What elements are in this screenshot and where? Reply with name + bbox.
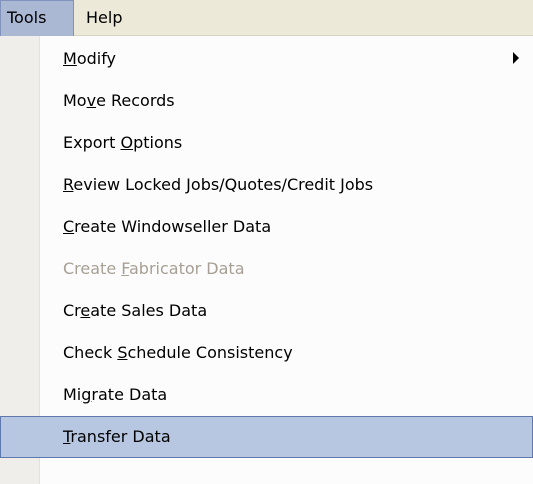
menu-item-migrate-data[interactable]: Migrate Data: [0, 374, 533, 416]
menu-tools[interactable]: Tools: [0, 0, 74, 36]
menu-help[interactable]: Help: [80, 0, 128, 36]
menu-item-create-windowseller-data[interactable]: Create Windowseller Data: [0, 206, 533, 248]
menu-item-label: Transfer Data: [63, 427, 171, 446]
menu-item-label: Check Schedule Consistency: [63, 343, 293, 362]
tools-dropdown-menu: Modify Move Records Export Options Revie…: [0, 36, 533, 484]
menu-item-transfer-data[interactable]: Transfer Data: [0, 416, 533, 458]
menu-item-review-locked-jobs[interactable]: Review Locked Jobs/Quotes/Credit Jobs: [0, 164, 533, 206]
menu-item-label: Migrate Data: [63, 385, 168, 404]
menu-item-move-records[interactable]: Move Records: [0, 80, 533, 122]
menu-bar: Tools Help: [0, 0, 533, 36]
menu-item-create-sales-data[interactable]: Create Sales Data: [0, 290, 533, 332]
submenu-arrow-icon: [513, 52, 519, 64]
menu-item-label: Create Sales Data: [63, 301, 208, 320]
menu-item-check-schedule-consistency[interactable]: Check Schedule Consistency: [0, 332, 533, 374]
menu-item-label: Create Fabricator Data: [63, 259, 245, 278]
menu-item-modify[interactable]: Modify: [0, 38, 533, 80]
menu-item-label: Export Options: [63, 133, 183, 152]
menu-item-label: Create Windowseller Data: [63, 217, 272, 236]
menu-item-create-fabricator-data: Create Fabricator Data: [0, 248, 533, 290]
menu-item-label: Move Records: [63, 91, 175, 110]
menu-item-label: Review Locked Jobs/Quotes/Credit Jobs: [63, 175, 374, 194]
menu-item-export-options[interactable]: Export Options: [0, 122, 533, 164]
menu-item-label: Modify: [63, 49, 117, 68]
